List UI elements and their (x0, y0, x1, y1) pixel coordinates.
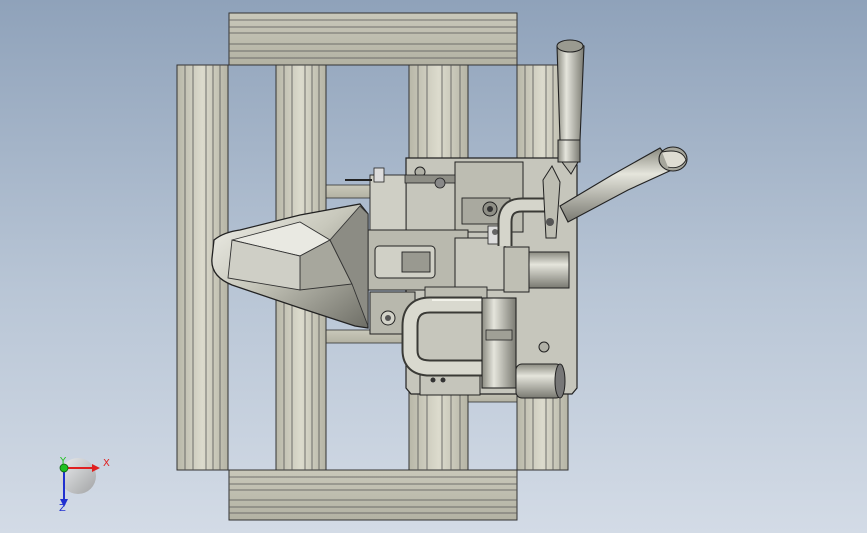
vertical-handle[interactable] (556, 39, 585, 175)
x-axis-label: X (103, 458, 110, 469)
assembly-drawing[interactable] (0, 0, 867, 533)
y-axis-label: Y (60, 456, 67, 467)
x-arrow-head-icon (92, 464, 100, 472)
top-horizontal-rail[interactable] (228, 12, 518, 66)
bottom-horizontal-rail[interactable] (228, 469, 518, 521)
cad-viewport[interactable]: X Y Z (0, 0, 867, 533)
z-axis-label: Z (59, 503, 66, 514)
